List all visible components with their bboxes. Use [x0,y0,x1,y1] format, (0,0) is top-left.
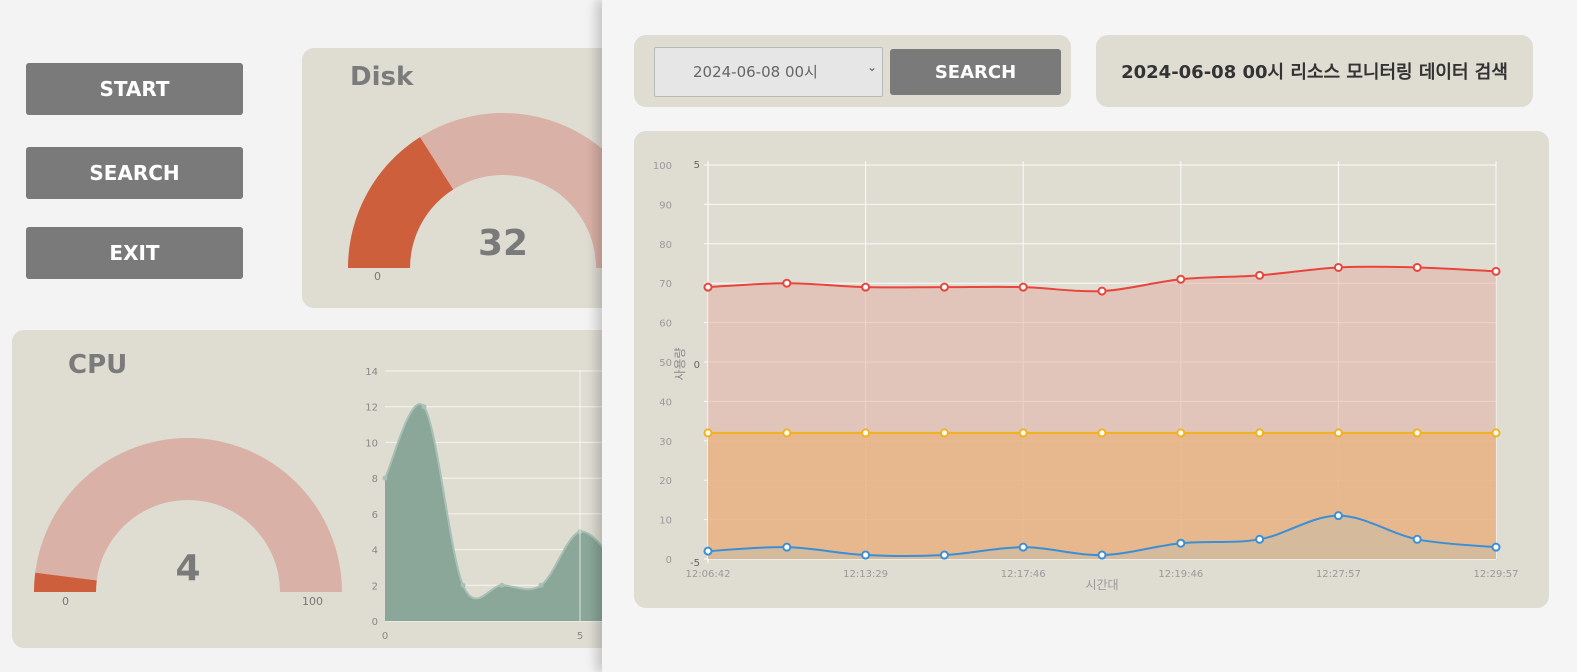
chart-y-tick: 100 [653,161,672,172]
chart-y-tick: 40 [659,397,672,408]
cpu-chart-point [382,475,388,481]
chart-point [1333,511,1343,521]
chart-point [703,546,713,556]
chart-point [861,550,871,560]
chart-point [1255,428,1265,438]
search-submit-button[interactable]: SEARCH [890,49,1061,95]
start-button[interactable]: START [26,63,243,115]
cpu-chart-y-tick: 8 [372,474,378,485]
cpu-chart-y-tick: 2 [372,581,378,592]
chart-point [1018,282,1028,292]
disk-gauge [348,113,622,268]
chart-point [939,282,949,292]
chart-point [782,542,792,552]
chart-x-tick: 12:29:57 [1474,569,1519,580]
cpu-chart-x-tick: 0 [382,631,388,642]
chart-y-tick: 80 [659,240,672,251]
cpu-chart-x-tick: 5 [577,631,583,642]
chart-x-tick: 12:19:46 [1158,569,1203,580]
chart-y-tick: 20 [659,476,672,487]
chart-y-tick: 60 [659,319,672,330]
chart-point [1018,542,1028,552]
chart-point [1491,428,1501,438]
search-button[interactable]: SEARCH [26,147,243,199]
disk-min-label: 0 [374,270,381,283]
chart-point [703,282,713,292]
page-title: 2024-06-08 00시 리소스 모니터링 데이터 검색 [1121,62,1508,83]
cpu-chart-y-tick: 6 [372,510,378,521]
chart-point [1176,428,1186,438]
chart-point [1412,262,1422,272]
chart-y-tick: 0 [666,555,672,566]
cpu-chart-y-tick: 10 [365,438,378,449]
cpu-chart-area [385,404,619,621]
chart-point [1491,266,1501,276]
chart-point [861,428,871,438]
chart-x-tick: 12:06:42 [686,569,731,580]
search-overlay-panel: 2024-06-08 00시 ⌄ SEARCH 2024-06-08 00시 리… [602,0,1577,672]
cpu-chart-y-tick: 0 [372,617,378,628]
cpu-chart-y-tick: 14 [365,367,378,378]
cpu-max-label: 100 [302,595,323,608]
cpu-chart-y-tick: 4 [372,546,378,557]
chart-x-tick: 12:17:46 [1001,569,1046,580]
cpu-value: 4 [175,548,201,589]
chart-point [1097,286,1107,296]
chart-x-label: 시간대 [1085,578,1118,592]
chart-point [782,278,792,288]
disk-value: 32 [477,223,529,264]
chart-point [703,428,713,438]
chart-point [861,282,871,292]
exit-button[interactable]: EXIT [26,227,243,279]
chart-point [1176,274,1186,284]
chart-point [1097,428,1107,438]
chart-point [1018,428,1028,438]
cpu-min-label: 0 [62,595,69,608]
chart-point [939,428,949,438]
search-card: 2024-06-08 00시 ⌄ SEARCH [634,35,1071,107]
chart-point [1333,428,1343,438]
cpu-chart-point [460,582,466,588]
cpu-card: CPU 4 0 100 0 2 4 6 8 10 12 14 0 5 [12,330,632,648]
title-card: 2024-06-08 00시 리소스 모니터링 데이터 검색 [1096,35,1533,107]
chart-y-tick: 30 [659,437,672,448]
chart-secondary-tick: -5 [690,558,700,569]
chart-point [782,428,792,438]
resource-area-chart: 100908070605040302010050-512:06:42 12:13:… [653,160,1519,592]
chart-point [1333,262,1343,272]
resource-chart-card: 100 90 80 70 60 50 40 30 20 10 0 5 0 -5 12:06:42 12:13:… [634,131,1549,608]
chart-point [1176,538,1186,548]
cpu-chart-point [421,404,427,410]
chart-secondary-tick: 0 [694,360,700,371]
chart-y-tick: 50 [659,358,672,369]
chart-point [1255,270,1265,280]
chart-point [1097,550,1107,560]
chart-y-tick: 70 [659,279,672,290]
chart-point [1255,534,1265,544]
chart-point [939,550,949,560]
chart-y-tick: 10 [659,516,672,527]
disk-card: Disk 32 0 [302,48,622,308]
datetime-select[interactable]: 2024-06-08 00시 [654,47,883,97]
chart-point [1412,534,1422,544]
cpu-chart-y-tick: 12 [365,403,378,414]
chart-y-label: 사용량 [673,347,687,380]
chart-x-tick: 12:27:57 [1316,569,1361,580]
chart-x-tick: 12:13:29 [843,569,888,580]
chart-secondary-tick: 5 [694,160,700,171]
chart-point [1412,428,1422,438]
cpu-line-chart: 0 2 4 6 8 10 12 14 0 5 [365,367,622,642]
chart-point [1491,542,1501,552]
chart-y-tick: 90 [659,200,672,211]
cpu-chart-point [538,582,544,588]
cpu-chart-point [499,582,505,588]
